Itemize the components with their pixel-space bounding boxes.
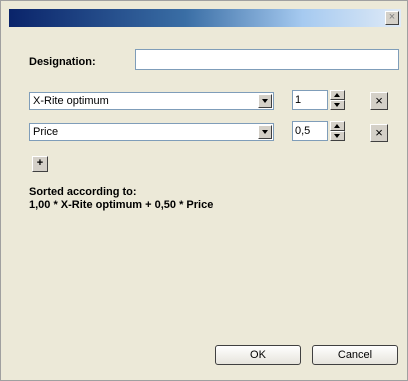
- designation-label: Designation:: [29, 56, 96, 68]
- spin-up-icon[interactable]: [330, 90, 345, 100]
- sorted-formula: 1,00 * X-Rite optimum + 0,50 * Price: [29, 199, 214, 211]
- title-bar: ×: [9, 9, 401, 27]
- chevron-down-icon[interactable]: [258, 94, 272, 108]
- ok-button[interactable]: OK: [215, 345, 301, 365]
- criterion-1-select[interactable]: X-Rite optimum: [29, 92, 274, 110]
- spin-down-icon[interactable]: [330, 100, 345, 110]
- sorted-heading: Sorted according to:: [29, 186, 137, 198]
- close-button[interactable]: ×: [385, 11, 399, 25]
- spin-down-icon[interactable]: [330, 131, 345, 141]
- chevron-down-icon[interactable]: [258, 125, 272, 139]
- criterion-1-label: X-Rite optimum: [33, 95, 109, 107]
- criterion-2-label: Price: [33, 126, 59, 138]
- criterion-2-weight-input[interactable]: 0,5: [292, 121, 328, 141]
- criterion-2-select[interactable]: Price: [29, 123, 274, 141]
- remove-criterion-2-button[interactable]: ×: [370, 124, 388, 142]
- dialog-window: × Designation: X-Rite optimum 1 × Price …: [0, 0, 408, 381]
- add-criterion-button[interactable]: +: [32, 156, 48, 172]
- spin-up-icon[interactable]: [330, 121, 345, 131]
- designation-input[interactable]: [135, 49, 399, 70]
- remove-criterion-1-button[interactable]: ×: [370, 92, 388, 110]
- criterion-1-weight-input[interactable]: 1: [292, 90, 328, 110]
- cancel-button[interactable]: Cancel: [312, 345, 398, 365]
